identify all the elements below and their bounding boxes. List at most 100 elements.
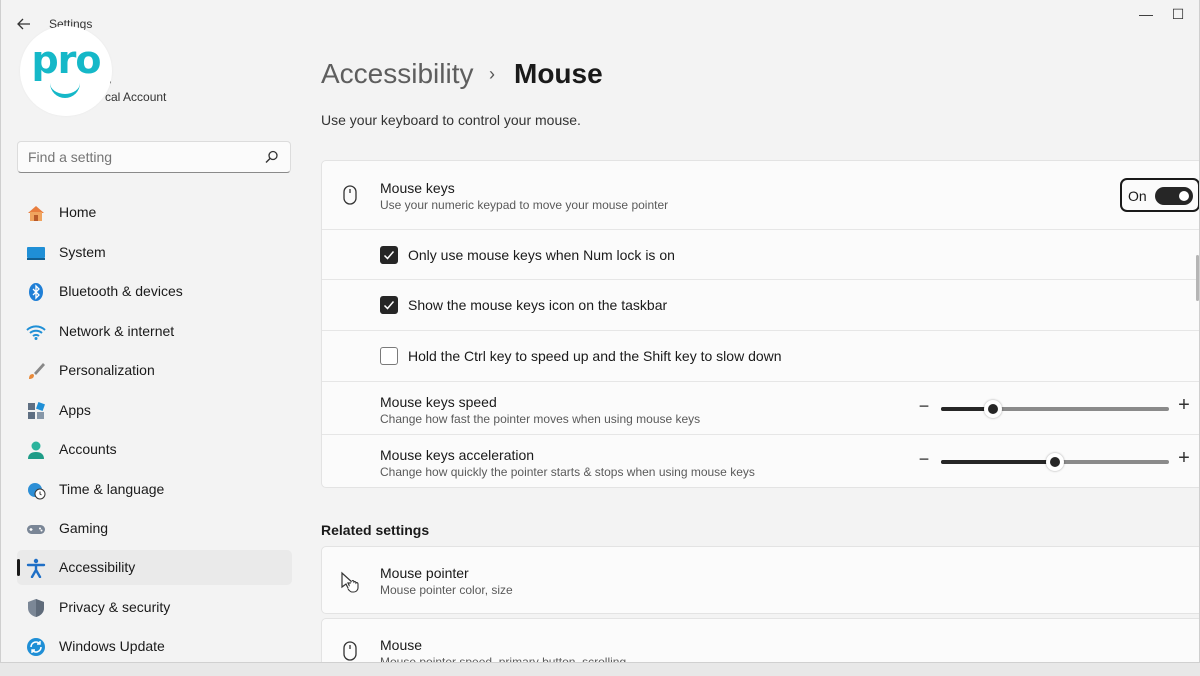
taskbar xyxy=(0,662,1200,676)
mouse-title: Mouse xyxy=(380,637,423,653)
related-settings-heading: Related settings xyxy=(321,522,430,538)
related-mouse-pointer-card[interactable]: Mouse pointer Mouse pointer color, size xyxy=(321,546,1199,614)
num-lock-checkbox[interactable] xyxy=(380,246,398,264)
sidebar-item-accounts[interactable]: Accounts xyxy=(17,432,292,467)
sidebar-item-gaming[interactable]: Gaming xyxy=(17,511,292,546)
active-indicator xyxy=(17,559,20,576)
system-icon xyxy=(27,247,45,260)
search-box[interactable] xyxy=(17,141,291,173)
speed-decrease-button[interactable]: − xyxy=(917,396,931,417)
logo-smile-icon xyxy=(50,82,80,98)
breadcrumb-parent[interactable]: Accessibility xyxy=(321,58,473,90)
search-input[interactable] xyxy=(18,142,270,172)
sidebar-item-label: Apps xyxy=(59,402,91,418)
sidebar-item-label: Accessibility xyxy=(59,559,136,575)
sidebar-item-windows-update[interactable]: Windows Update xyxy=(17,629,292,662)
account-type: cal Account xyxy=(105,90,167,104)
sidebar-item-time-language[interactable]: Time & language xyxy=(17,472,292,507)
minimize-icon: — xyxy=(1139,6,1153,22)
logo-text: pro xyxy=(31,38,101,82)
option-ctrl-shift-row[interactable]: Hold the Ctrl key to speed up and the Sh… xyxy=(322,330,1199,382)
home-icon xyxy=(28,206,44,221)
mouse-icon xyxy=(343,185,357,205)
shield-icon xyxy=(28,599,44,617)
checkmark-icon xyxy=(383,301,395,310)
settings-window: Settings — ☐ s cal Account pro Home Syst… xyxy=(0,0,1200,663)
taskbar-icon-label: Show the mouse keys icon on the taskbar xyxy=(408,297,668,313)
wifi-icon xyxy=(26,325,46,340)
sidebar-item-personalization[interactable]: Personalization xyxy=(17,353,292,388)
speed-increase-button[interactable]: + xyxy=(1177,394,1191,417)
mouse-keys-toggle[interactable]: On xyxy=(1120,178,1199,212)
mouse-keys-title: Mouse keys xyxy=(380,180,455,196)
speed-title: Mouse keys speed xyxy=(380,394,497,410)
minimize-button[interactable]: — xyxy=(1131,6,1161,22)
ctrl-shift-label: Hold the Ctrl key to speed up and the Sh… xyxy=(408,348,782,364)
taskbar-icon-checkbox[interactable] xyxy=(380,296,398,314)
acceleration-title: Mouse keys acceleration xyxy=(380,447,535,463)
acceleration-slider[interactable] xyxy=(941,453,1169,471)
ctrl-shift-checkbox[interactable] xyxy=(380,347,398,365)
accessibility-icon xyxy=(26,558,46,578)
sidebar-item-label: Gaming xyxy=(59,520,109,536)
mouse-keys-row[interactable]: Mouse keys Use your numeric keypad to mo… xyxy=(322,161,1199,229)
acceleration-increase-button[interactable]: + xyxy=(1177,447,1191,470)
mouse-keys-speed-row: Mouse keys speed Change how fast the poi… xyxy=(322,381,1199,435)
sidebar-item-label: Bluetooth & devices xyxy=(59,283,183,299)
update-icon xyxy=(27,638,45,656)
search-icon[interactable] xyxy=(264,149,280,165)
page-description: Use your keyboard to control your mouse. xyxy=(321,112,581,128)
sidebar-item-apps[interactable]: Apps xyxy=(17,393,292,428)
maximize-button[interactable]: ☐ xyxy=(1163,6,1193,23)
mouse-keys-subtitle: Use your numeric keypad to move your mou… xyxy=(380,198,669,212)
brush-icon xyxy=(29,363,45,379)
speed-slider-thumb[interactable] xyxy=(984,400,1003,418)
sidebar-item-label: Time & language xyxy=(59,481,165,497)
acceleration-slider-thumb[interactable] xyxy=(1046,453,1064,471)
page-title: Mouse xyxy=(514,58,603,89)
sidebar-item-label: System xyxy=(59,244,106,260)
toggle-track xyxy=(1155,187,1193,205)
mouse-pointer-subtitle: Mouse pointer color, size xyxy=(380,583,513,597)
sidebar-item-label: Accounts xyxy=(59,441,117,457)
sidebar-item-home[interactable]: Home xyxy=(17,195,292,230)
bluetooth-icon xyxy=(29,283,43,301)
acceleration-subtitle: Change how quickly the pointer starts & … xyxy=(380,465,755,479)
maximize-icon: ☐ xyxy=(1171,6,1185,22)
sidebar-item-privacy[interactable]: Privacy & security xyxy=(17,590,292,625)
back-button[interactable] xyxy=(13,14,35,34)
related-mouse-card[interactable]: Mouse Mouse pointer speed, primary butto… xyxy=(321,618,1199,662)
toggle-state-label: On xyxy=(1128,188,1147,204)
option-num-lock-row[interactable]: Only use mouse keys when Num lock is on xyxy=(322,229,1199,280)
toggle-knob xyxy=(1179,191,1189,201)
scrollbar-thumb[interactable] xyxy=(1196,255,1199,301)
sidebar-item-label: Home xyxy=(59,204,97,220)
sidebar-item-network[interactable]: Network & internet xyxy=(17,314,292,349)
speed-slider[interactable] xyxy=(941,400,1169,418)
sidebar-item-system[interactable]: System xyxy=(17,235,292,270)
slider-fill xyxy=(941,460,1055,464)
sidebar-item-label: Network & internet xyxy=(59,323,175,339)
sidebar-item-label: Privacy & security xyxy=(59,599,171,615)
title-bar: Settings — ☐ xyxy=(1,0,1199,44)
person-icon xyxy=(28,441,44,459)
mouse-keys-card: Mouse keys Use your numeric keypad to mo… xyxy=(321,160,1199,488)
gamepad-icon xyxy=(27,525,45,534)
apps-icon xyxy=(28,402,45,419)
globe-clock-icon xyxy=(28,483,46,500)
mouse-keys-acceleration-row: Mouse keys acceleration Change how quick… xyxy=(322,434,1199,488)
mouse-pointer-icon xyxy=(341,571,359,593)
checkmark-icon xyxy=(383,251,395,260)
chevron-right-icon: › xyxy=(489,64,495,84)
sidebar-item-label: Windows Update xyxy=(59,638,165,654)
option-taskbar-icon-row[interactable]: Show the mouse keys icon on the taskbar xyxy=(322,279,1199,331)
arrow-left-icon xyxy=(17,18,30,30)
mouse-pointer-title: Mouse pointer xyxy=(380,565,469,581)
sidebar-item-accessibility[interactable]: Accessibility xyxy=(17,550,292,585)
watermark-logo: pro xyxy=(20,26,112,116)
acceleration-decrease-button[interactable]: − xyxy=(917,449,931,470)
num-lock-label: Only use mouse keys when Num lock is on xyxy=(408,247,675,263)
speed-subtitle: Change how fast the pointer moves when u… xyxy=(380,412,701,426)
sidebar-item-bluetooth[interactable]: Bluetooth & devices xyxy=(17,274,292,309)
sidebar-item-label: Personalization xyxy=(59,362,155,378)
